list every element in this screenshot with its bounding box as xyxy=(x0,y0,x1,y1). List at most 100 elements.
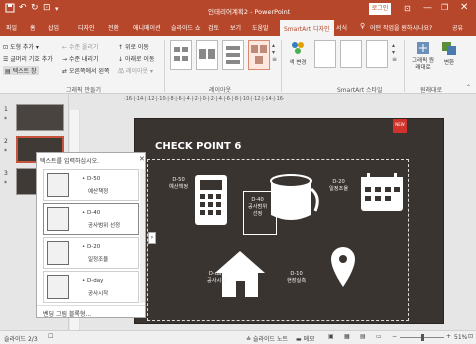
text-pane-item[interactable]: • D-40 공사범위 선정 xyxy=(43,203,139,235)
promote-button[interactable]: ← 수준 올리기 xyxy=(62,42,98,51)
tab-home[interactable]: 홈 xyxy=(30,23,36,32)
layout-option-1[interactable] xyxy=(170,40,192,70)
move-up-button[interactable]: ↑ 위로 이동 xyxy=(118,42,149,51)
house-icon xyxy=(47,275,69,299)
layout-icon: 品 xyxy=(118,68,125,75)
slideshow-view-icon[interactable]: ▭ xyxy=(376,333,382,340)
reset-group-label: 원래대로 xyxy=(420,87,443,94)
zoom-level[interactable]: 51% xyxy=(454,334,467,341)
thumbnail-star: * xyxy=(4,148,7,155)
undo-icon[interactable]: ↶ xyxy=(19,3,27,13)
redo-icon[interactable]: ↻ xyxy=(31,3,39,13)
change-colors-button[interactable]: 색 변경 xyxy=(287,40,309,68)
divider xyxy=(281,40,282,92)
tell-me-search[interactable]: 어떤 작업을 원하시나요? xyxy=(370,23,432,32)
smartart-style-1[interactable] xyxy=(314,40,336,68)
tab-file[interactable]: 파일 xyxy=(6,23,17,32)
status-bar: 슬라이드 2/3 ☐ ≙ 슬라이드 노트 ▬ 메모 ▣ ▦ ▤ ▭ − + 51… xyxy=(0,330,476,344)
text-pane-title: 텍스트를 입력하십시오. xyxy=(40,158,100,165)
tab-animations[interactable]: 애니메이션 xyxy=(133,23,161,32)
maximize-icon[interactable]: ❐ xyxy=(441,3,448,12)
right-to-left-icon: ⇄ xyxy=(62,68,68,75)
divider xyxy=(164,40,165,92)
add-shape-icon: ⊡ xyxy=(3,44,9,51)
zoom-in-icon[interactable]: + xyxy=(446,333,451,340)
slide-canvas[interactable]: CHECK POINT 6 NEW D-50 예산책정 D-40 공사범위 선정… xyxy=(134,118,444,324)
document-title: 인테리어계획2 - PowerPoint xyxy=(208,8,291,16)
layout-option-2[interactable] xyxy=(196,40,218,70)
text-pane-close-icon[interactable]: ✕ xyxy=(139,155,145,163)
calculator-icon xyxy=(47,173,69,197)
bullet-list-icon: ☰ xyxy=(3,56,9,63)
thumbnail-star: * xyxy=(4,180,7,187)
thumbnail-star: * xyxy=(4,116,7,123)
tab-smartart-design[interactable]: SmartArt 디자인 xyxy=(280,20,334,36)
tab-transitions[interactable]: 전환 xyxy=(108,23,119,32)
title-bar: ↶ ↻ ⊡ ▾ 인테리어계획2 - PowerPoint 로그인 ⊡ — ❐ ✕ xyxy=(0,0,476,19)
tab-review[interactable]: 검토 xyxy=(208,23,219,32)
fit-to-window-icon[interactable]: ⊡ xyxy=(468,333,473,340)
comments-button[interactable]: ▬ 메모 xyxy=(296,334,315,343)
tab-slideshow[interactable]: 슬라이드 쇼 xyxy=(171,23,201,32)
tab-design[interactable]: 디자인 xyxy=(78,23,95,32)
convert-icon xyxy=(442,42,456,55)
convert-button[interactable]: 변환 xyxy=(440,40,458,66)
reset-graphic-button[interactable]: 그래픽 원래대로 xyxy=(410,40,436,71)
login-button[interactable]: 로그인 xyxy=(369,3,391,15)
paint-bucket-icon xyxy=(47,207,69,231)
layout-option-3[interactable] xyxy=(222,40,244,70)
ribbon-display-icon[interactable]: ⊡ xyxy=(404,4,411,13)
text-pane-item[interactable]: • D-day 공사시작 xyxy=(43,271,139,303)
calendar-icon xyxy=(47,241,69,265)
slideshow-start-icon[interactable]: ⊡ xyxy=(43,3,51,13)
slide-thumbnail-1[interactable] xyxy=(16,104,64,131)
add-shape-button[interactable]: ⊡ 도형 추가 ▾ xyxy=(3,42,39,51)
smartart-style-3[interactable] xyxy=(366,40,388,68)
layouts-group-label: 레이아웃 xyxy=(209,87,232,94)
share-button[interactable]: 공유 xyxy=(452,23,463,32)
ribbon-tabs: 파일 홈 삽입 디자인 전환 애니메이션 슬라이드 쇼 검토 보기 도움말 Sm… xyxy=(0,19,476,36)
layout-button[interactable]: 品 레이아웃 ▾ xyxy=(118,66,153,75)
minimize-icon[interactable]: — xyxy=(423,3,432,13)
save-icon[interactable] xyxy=(5,3,15,16)
notes-button[interactable]: ≙ 슬라이드 노트 xyxy=(246,334,288,343)
arrow-up-icon: ↑ xyxy=(118,44,124,51)
styles-scroll[interactable]: ▴ ▾ ≡ xyxy=(392,42,397,63)
arrow-down-icon: ↓ xyxy=(118,56,124,63)
thumbnail-number: 1 xyxy=(4,106,8,113)
tab-help[interactable]: 도움말 xyxy=(252,23,269,32)
demote-icon: → xyxy=(62,56,68,63)
tab-view[interactable]: 보기 xyxy=(230,23,241,32)
divider xyxy=(404,40,405,92)
tab-format[interactable]: 서식 xyxy=(336,23,347,32)
right-to-left-button[interactable]: ⇄ 오른쪽에서 왼쪽 xyxy=(62,66,110,75)
collapse-ribbon-icon[interactable]: ⌃ xyxy=(466,84,471,91)
demote-button[interactable]: → 수준 내리기 xyxy=(62,54,98,63)
slide-sorter-icon[interactable]: ▦ xyxy=(344,333,350,340)
spellcheck-icon[interactable]: ☐ xyxy=(48,333,53,340)
promote-icon: ← xyxy=(62,44,68,51)
zoom-slider-thumb[interactable] xyxy=(421,334,424,341)
text-pane-item[interactable]: • D-20 일정조율 xyxy=(43,237,139,269)
close-icon[interactable]: ✕ xyxy=(460,2,468,13)
move-down-button[interactable]: ↓ 아래로 이동 xyxy=(118,54,154,63)
text-pane-icon: ▤ xyxy=(5,68,11,75)
zoom-out-icon[interactable]: − xyxy=(392,333,397,340)
create-graphic-group-label: 그래픽 만들기 xyxy=(66,87,102,94)
qat-customize-icon[interactable]: ▾ xyxy=(55,5,59,13)
text-pane-button[interactable]: ▤ 텍스트 창 xyxy=(3,66,39,75)
layouts-scroll[interactable]: ▴ ▾ ≡ xyxy=(272,42,277,63)
smartart-style-2[interactable] xyxy=(340,40,362,68)
slide-counter: 슬라이드 2/3 xyxy=(4,336,38,343)
smartart-frame[interactable] xyxy=(147,159,409,321)
text-pane-footer-link[interactable]: 벤딩 그림 블록형... xyxy=(37,305,145,318)
normal-view-icon[interactable]: ▣ xyxy=(328,333,334,340)
text-pane-item[interactable]: • D-50 예산책정 xyxy=(43,169,139,201)
text-pane-scrollbar[interactable] xyxy=(140,169,145,303)
add-bullet-button[interactable]: ☰ 글머리 기호 추가 xyxy=(3,54,53,63)
tab-insert[interactable]: 삽입 xyxy=(48,23,59,32)
layout-option-4-selected[interactable] xyxy=(248,40,270,70)
thumbnail-number: 3 xyxy=(4,170,8,177)
reading-view-icon[interactable]: ▤ xyxy=(360,333,366,340)
text-pane-toggle-arrow[interactable]: › xyxy=(148,232,156,244)
